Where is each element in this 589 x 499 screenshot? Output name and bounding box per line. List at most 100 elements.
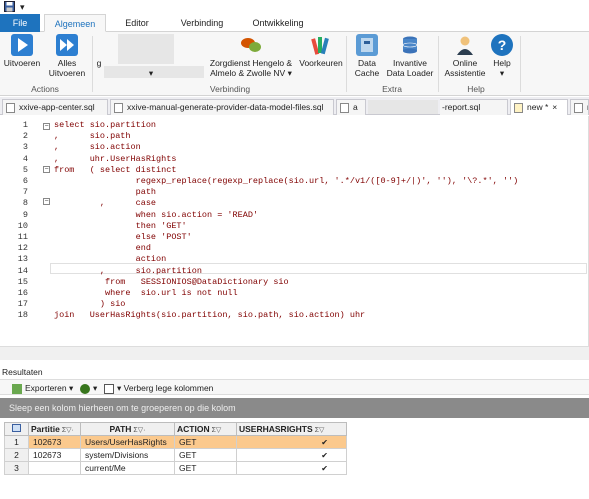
help-label: Help [493, 58, 511, 68]
sort-filter-icon[interactable]: Σ▽· [133, 427, 145, 434]
redacted-area [368, 100, 438, 114]
column-header-action[interactable]: ACTION Σ▽ [174, 422, 237, 436]
doc-tab[interactable]: a [336, 99, 366, 115]
table-row[interactable]: 3 current/Me GET ✔ [4, 461, 347, 475]
column-header-userhasrights[interactable]: USERHASRIGHTS Σ▽ [236, 422, 347, 436]
doc-tab[interactable]: n [570, 99, 589, 115]
doc-tab[interactable]: xxive-manual-generate-provider-data-mode… [110, 99, 334, 115]
doc-tab[interactable]: -report.sql [440, 99, 508, 115]
code-line: path [54, 187, 157, 198]
line-number: 7 [22, 187, 28, 198]
cell-path[interactable]: system/Divisions [80, 448, 175, 462]
tab-file[interactable]: File [0, 14, 40, 32]
horizontal-scrollbar[interactable] [0, 346, 589, 360]
uitvoeren-label: Uitvoeren [3, 58, 41, 68]
code-line: else 'POST' [54, 232, 192, 242]
data-cache-button[interactable]: Data Cache [350, 34, 384, 78]
line-number: 16 [17, 288, 28, 298]
sort-filter-icon[interactable]: Σ▽· [62, 427, 74, 434]
table-row[interactable]: 2 102673 system/Divisions GET ✔ [4, 448, 347, 462]
doc-tab[interactable]: xxive-app-center.sql [2, 99, 108, 115]
code-line: end [54, 243, 151, 254]
results-grid: Partitie Σ▽· PATH Σ▽· ACTION Σ▽ USERHASRIGH… [0, 418, 589, 499]
checkmark-icon: ✔ [321, 438, 328, 447]
database-cluster-icon [240, 34, 262, 56]
zorg-label-2: Almelo & Zwolle NV [210, 68, 286, 78]
tab-ontwikkeling[interactable]: Ontwikkeling [246, 14, 310, 32]
fold-toggle-icon[interactable]: − [43, 198, 50, 205]
cell-path[interactable]: Users/UserHasRights [80, 435, 175, 449]
fold-toggle-icon[interactable]: − [43, 123, 50, 130]
code-line: then 'GET' [54, 220, 187, 231]
play-icon [11, 34, 33, 56]
help-group-label: Help [467, 84, 485, 94]
help-button[interactable]: ? Help ▾ [490, 34, 514, 78]
tab-algemeen[interactable]: Algemeen [44, 14, 106, 32]
tab-editor[interactable]: Editor [114, 14, 160, 32]
line-number: 14 [17, 265, 28, 276]
close-icon[interactable]: × [552, 102, 557, 112]
columns-icon [104, 383, 114, 394]
table-row[interactable]: 1 102673 Users/UserHasRights GET ✔ [4, 435, 347, 449]
checkmark-icon: ✔ [321, 451, 328, 460]
cache-icon [356, 34, 378, 56]
alles-uitvoeren-button[interactable]: Alles Uitvoeren [44, 34, 90, 78]
cell-partitie[interactable] [28, 461, 81, 475]
cell-userhasrights[interactable]: ✔ [236, 448, 347, 462]
column-header-path[interactable]: PATH Σ▽· [80, 422, 175, 436]
palette-icon [310, 34, 332, 56]
file-icon [340, 103, 349, 113]
row-number[interactable]: 2 [4, 448, 29, 462]
code-line: join UserHasRights(sio.partition, sio.pa… [54, 310, 366, 321]
cell-userhasrights[interactable]: ✔ [236, 461, 347, 475]
refresh-button[interactable]: ▾ [80, 382, 97, 394]
sql-editor[interactable]: 1 2 3 4 5 6 7 8 9 10 11 12 13 14 15 16 17 18 − − − select… [0, 116, 589, 348]
group-separator [346, 36, 347, 92]
cell-partitie[interactable]: 102673 [28, 435, 81, 449]
group-by-drop-area[interactable]: Sleep een kolom hierheen om te groeperen… [0, 398, 589, 418]
code-line: , sio.partition [54, 265, 202, 276]
uitvoeren-button[interactable]: Uitvoeren [2, 34, 42, 68]
group-separator [438, 36, 439, 92]
sort-filter-icon[interactable]: Σ▽ [315, 427, 325, 434]
row-number[interactable]: 3 [4, 461, 29, 475]
chevron-down-icon[interactable]: ▾ [146, 68, 156, 78]
extra-group-label: Extra [382, 84, 402, 94]
file-icon [114, 103, 123, 113]
play-all-icon [56, 34, 78, 56]
verbinding-group-label: Verbinding [209, 84, 251, 94]
cell-partitie[interactable]: 102673 [28, 448, 81, 462]
hide-empty-columns-button[interactable]: ▾ Verberg lege kolommen [104, 382, 213, 394]
code-line: regexp_replace(regexp_replace(sio.url, '… [54, 176, 519, 186]
voorkeuren-button[interactable]: Voorkeuren [298, 34, 344, 68]
export-button[interactable]: Exporteren ▾ [12, 382, 73, 394]
row-header-corner[interactable] [4, 422, 29, 436]
column-header-partitie[interactable]: Partitie Σ▽· [28, 422, 81, 436]
sort-filter-icon[interactable]: Σ▽ [212, 427, 222, 434]
invantive-data-loader-button[interactable]: Invantive Data Loader [386, 34, 434, 78]
line-number: 13 [17, 254, 28, 265]
zorgdienst-connection-button[interactable]: Zorgdienst Hengelo & Almelo & Zwolle NV … [204, 34, 298, 78]
cell-path[interactable]: current/Me [80, 461, 175, 475]
code-line: from SESSIONIOS@DataDictionary sio [54, 276, 289, 287]
cell-userhasrights[interactable]: ✔ [236, 435, 347, 449]
cell-action[interactable]: GET [174, 461, 237, 475]
group-separator [92, 36, 93, 92]
line-number: 3 [22, 142, 28, 153]
chevron-down-icon[interactable]: ▾ [288, 68, 292, 78]
online-assistentie-button[interactable]: Online Assistentie [442, 34, 488, 78]
row-number[interactable]: 1 [4, 435, 29, 449]
cell-action[interactable]: GET [174, 448, 237, 462]
doc-tab-active[interactable]: new * × [510, 99, 568, 115]
save-icon[interactable] [4, 1, 15, 15]
chevron-down-icon[interactable]: ▾ [20, 1, 25, 13]
document-tabs: xxive-app-center.sql xxive-manual-genera… [0, 97, 589, 115]
tab-verbinding[interactable]: Verbinding [172, 14, 232, 32]
chevron-down-icon[interactable]: ▾ [500, 68, 504, 78]
line-number: 10 [17, 220, 28, 231]
fold-toggle-icon[interactable]: − [43, 166, 50, 173]
code-line: , case [54, 198, 157, 209]
cell-action[interactable]: GET [174, 435, 237, 449]
line-number: 8 [22, 198, 28, 209]
online-label: Online [452, 58, 478, 68]
